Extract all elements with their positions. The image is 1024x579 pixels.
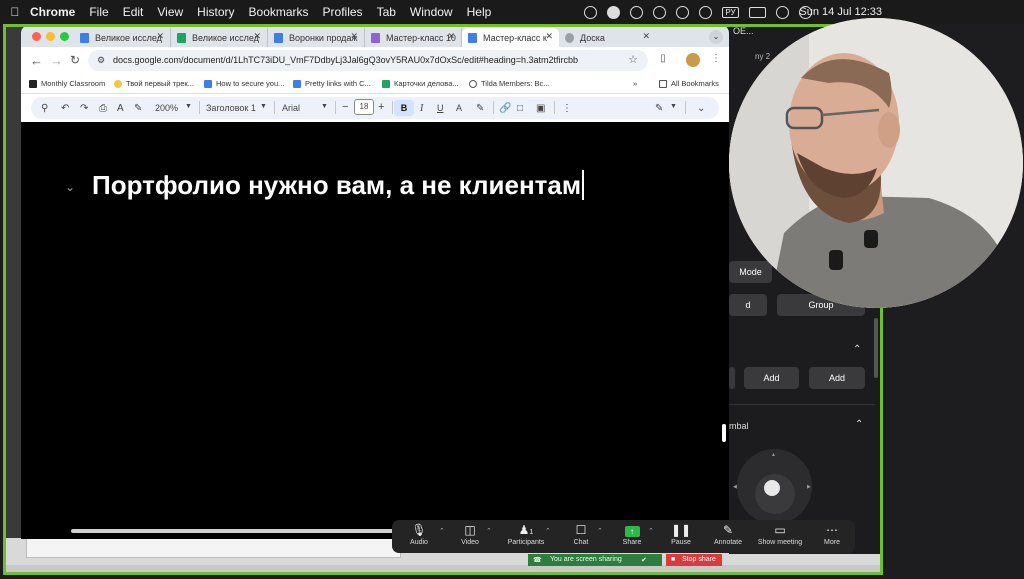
- show-meeting-label: Show meeting: [757, 539, 803, 546]
- pause-share-button[interactable]: ❚❚ Pause: [668, 522, 694, 552]
- record-icon[interactable]: [653, 5, 666, 19]
- screen-sharing-status: ☎ You are screen sharing ✔: [528, 554, 662, 566]
- video-label: Video: [461, 539, 479, 546]
- menu-edit[interactable]: Edit: [123, 5, 144, 19]
- participants-icon: ♟1: [518, 523, 534, 537]
- menu-help[interactable]: Help: [467, 5, 492, 19]
- stop-share-button[interactable]: ■ Stop share: [666, 554, 722, 566]
- participants-label: Participants: [507, 539, 545, 546]
- show-meeting-button[interactable]: ▭ Show meeting: [756, 522, 804, 552]
- menu-view[interactable]: View: [157, 5, 183, 19]
- microphone-icon: 🎙: [411, 523, 427, 537]
- status-icon-1[interactable]: [584, 5, 597, 19]
- pause-label: Pause: [671, 539, 691, 546]
- phone-icon: ☎: [533, 557, 542, 564]
- meeting-window-icon: ▭: [774, 523, 786, 537]
- telegram-icon[interactable]: [607, 5, 620, 19]
- more-button[interactable]: ⋯ More: [820, 522, 844, 552]
- share-label: Share: [622, 539, 642, 546]
- audio-label: Audio: [410, 539, 428, 546]
- battery-icon[interactable]: [749, 6, 766, 18]
- participants-button[interactable]: ♟1 Participants: [502, 522, 550, 552]
- presenter-video: [729, 18, 1023, 308]
- share-options-chevron-icon[interactable]: ⌃: [648, 527, 654, 535]
- menubar-clock[interactable]: Sun 14 Jul 12:33: [799, 6, 882, 18]
- more-dots-icon: ⋯: [826, 523, 838, 537]
- menu-app-name[interactable]: Chrome: [30, 5, 75, 19]
- menubar-status-icons: РУ: [584, 0, 812, 24]
- video-button[interactable]: ◫ Video: [454, 522, 486, 552]
- participants-count: 1: [529, 529, 534, 536]
- pause-icon: ❚❚: [670, 523, 692, 537]
- participants-options-chevron-icon[interactable]: ⌃: [545, 527, 551, 535]
- menu-file[interactable]: File: [89, 5, 108, 19]
- chat-options-chevron-icon[interactable]: ⌃: [597, 527, 603, 535]
- input-source-icon[interactable]: РУ: [722, 6, 739, 18]
- apple-menu-icon[interactable]: : [0, 5, 30, 19]
- screen-sharing-text: You are screen sharing: [550, 556, 622, 563]
- menu-profiles[interactable]: Profiles: [323, 5, 363, 19]
- chat-button[interactable]: ☐ Chat: [566, 522, 596, 552]
- video-options-chevron-icon[interactable]: ⌃: [486, 527, 492, 535]
- pencil-icon: ✎: [722, 523, 734, 537]
- shield-check-icon: ✔: [641, 557, 647, 564]
- audio-options-chevron-icon[interactable]: ⌃: [439, 527, 445, 535]
- stop-square-icon: ■: [671, 556, 676, 563]
- dropbox-icon[interactable]: [630, 5, 643, 19]
- camera-icon: ◫: [464, 523, 476, 537]
- menu-bookmarks[interactable]: Bookmarks: [249, 5, 309, 19]
- share-screen-icon: ↑: [624, 526, 640, 537]
- menu-window[interactable]: Window: [410, 5, 453, 19]
- share-button[interactable]: ↑ Share: [618, 522, 646, 552]
- chat-label: Chat: [573, 539, 589, 546]
- audio-button[interactable]: 🎙 Audio: [403, 522, 435, 552]
- annotate-label: Annotate: [713, 539, 743, 546]
- camera-bubble[interactable]: [729, 18, 1023, 308]
- cloud-icon[interactable]: [699, 5, 712, 19]
- menu-tab[interactable]: Tab: [377, 5, 396, 19]
- video-call-icon[interactable]: [676, 5, 689, 19]
- annotate-button[interactable]: ✎ Annotate: [710, 522, 746, 552]
- more-label: More: [824, 539, 840, 546]
- zoom-control-bar: 🎙 Audio ⌃ ◫ Video ⌃ ♟1 Participants ⌃ ☐ …: [392, 520, 855, 553]
- screen:  Chrome File Edit View History Bookmark…: [0, 0, 1024, 579]
- wifi-icon[interactable]: [776, 5, 789, 19]
- menu-history[interactable]: History: [197, 5, 234, 19]
- stop-share-label: Stop share: [682, 556, 716, 563]
- chat-bubble-icon: ☐: [575, 523, 587, 537]
